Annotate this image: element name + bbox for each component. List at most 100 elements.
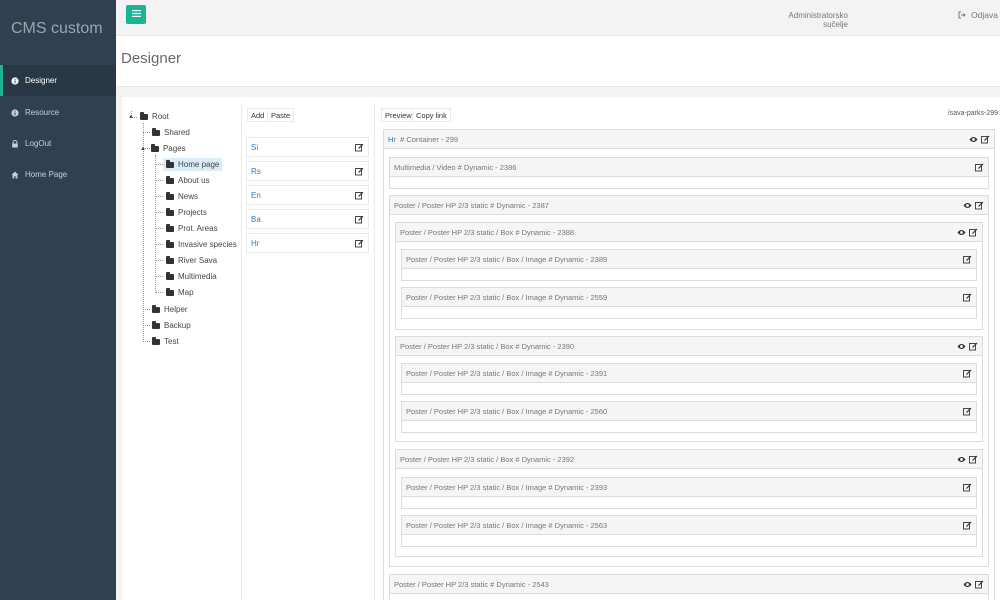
folder-icon: [166, 271, 174, 280]
tree-node-river-sava[interactable]: River Sava: [166, 254, 217, 267]
language-label[interactable]: Ba: [251, 215, 261, 224]
block-title: Poster / Poster HP 2/3 static / Box / Im…: [406, 255, 608, 264]
edit-icon[interactable]: [975, 201, 984, 210]
tree-node-invasive-species[interactable]: Invasive species: [166, 238, 237, 251]
language-label[interactable]: Hr: [251, 239, 259, 248]
edit-icon[interactable]: [355, 143, 364, 152]
sidebar-item-resource[interactable]: Resource: [0, 97, 116, 128]
copy-link-button[interactable]: Copy link: [412, 108, 451, 122]
edit-icon[interactable]: [963, 407, 972, 416]
tree-node-label: Prot. Areas: [178, 224, 218, 233]
edit-icon[interactable]: [355, 215, 364, 224]
tree-node-prot-areas[interactable]: Prot. Areas: [166, 222, 218, 235]
edit-icon[interactable]: [963, 255, 972, 264]
tree-node-label: About us: [178, 176, 210, 185]
eye-icon[interactable]: [963, 201, 972, 210]
language-row-rs[interactable]: Rs: [246, 161, 369, 181]
tree-node-label: Multimedia: [178, 272, 217, 281]
language-row-ba[interactable]: Ba: [246, 209, 369, 229]
edit-icon[interactable]: [969, 228, 978, 237]
eye-icon[interactable]: [969, 135, 978, 144]
logout-link[interactable]: Odjava: [958, 10, 998, 20]
tree-node-label: Map: [178, 288, 194, 297]
tree-node-about-us[interactable]: About us: [166, 174, 210, 187]
dynamic-block: Poster / Poster HP 2/3 static / Box / Im…: [401, 515, 977, 547]
block-title: Poster / Poster HP 2/3 static / Box / Im…: [406, 369, 608, 378]
paste-button[interactable]: Paste: [267, 108, 295, 122]
tree-node-shared[interactable]: Shared: [152, 126, 190, 139]
tree-node-backup[interactable]: Backup: [152, 319, 191, 332]
block-header: Poster / Poster HP 2/3 static / Box # Dy…: [396, 337, 982, 356]
add-button[interactable]: Add: [247, 108, 269, 122]
sign-out-icon: [958, 11, 966, 19]
sidebar-toggle-button[interactable]: [126, 5, 146, 24]
preview-button[interactable]: Preview: [381, 108, 416, 122]
tree-node-label: Pages: [162, 144, 186, 153]
language-row-en[interactable]: En: [246, 185, 369, 205]
edit-icon[interactable]: [975, 580, 984, 589]
dynamic-block: Poster / Poster HP 2/3 static / Box / Im…: [401, 401, 977, 433]
edit-icon[interactable]: [963, 521, 972, 530]
edit-icon[interactable]: [355, 167, 364, 176]
edit-icon[interactable]: [981, 135, 990, 144]
eye-icon[interactable]: [963, 580, 972, 589]
tree-node-label: River Sava: [178, 256, 218, 265]
edit-icon[interactable]: [969, 455, 978, 464]
tree-node-news[interactable]: News: [166, 190, 198, 203]
folder-icon: [166, 207, 174, 216]
collapse-arrow-icon: ▲: [128, 113, 134, 120]
sidebar-item-logout[interactable]: LogOut: [0, 128, 116, 159]
language-row-hr[interactable]: Hr: [246, 233, 369, 253]
block-header: Multimedia / Video # Dynamic - 2386: [390, 158, 988, 177]
tree-node-test[interactable]: Test: [152, 335, 179, 348]
sidebar-item-home-page[interactable]: Home Page: [0, 159, 116, 190]
language-label[interactable]: Rs: [251, 167, 261, 176]
brand-logo: CMS custom: [11, 20, 103, 37]
sidebar-item-label: Home Page: [25, 170, 68, 179]
tree-node-label: Backup: [164, 321, 191, 330]
admin-panel-link[interactable]: Administratorsko sučelje: [768, 11, 848, 29]
home-icon: [11, 171, 19, 179]
edit-icon[interactable]: [963, 293, 972, 302]
edit-icon[interactable]: [963, 483, 972, 492]
edit-icon[interactable]: [355, 239, 364, 248]
language-row-si[interactable]: Si: [246, 137, 369, 157]
eye-icon[interactable]: [957, 228, 966, 237]
tree-node-helper[interactable]: Helper: [152, 303, 188, 316]
block-header: Poster / Poster HP 2/3 static / Box / Im…: [402, 288, 976, 307]
eye-icon[interactable]: [957, 342, 966, 351]
sidebar-item-designer[interactable]: Designer: [0, 65, 116, 96]
tree-node-multimedia[interactable]: Multimedia: [166, 270, 217, 283]
tree-node-label: Helper: [164, 305, 188, 314]
language-label[interactable]: En: [251, 191, 261, 200]
language-label[interactable]: Si: [251, 143, 258, 152]
folder-icon: [152, 320, 160, 329]
dynamic-block: Poster / Poster HP 2/3 static / Box / Im…: [401, 363, 977, 395]
tree-node-map[interactable]: Map: [166, 286, 194, 299]
tree-node-root[interactable]: ▲ Root: [128, 110, 169, 123]
tree-node-projects[interactable]: Projects: [166, 206, 207, 219]
edit-icon[interactable]: [355, 191, 364, 200]
block-title: Hr # Container - 299: [388, 135, 459, 144]
block-header: Poster / Poster HP 2/3 static / Box / Im…: [402, 402, 976, 421]
page-title: Designer: [121, 50, 182, 67]
logout-label: Odjava: [971, 10, 998, 20]
folder-icon: [152, 127, 160, 136]
block-title: Poster / Poster HP 2/3 static / Box # Dy…: [400, 342, 575, 351]
edit-icon[interactable]: [975, 163, 984, 172]
block-title: Poster / Poster HP 2/3 static / Box / Im…: [406, 407, 608, 416]
folder-icon: [166, 191, 174, 200]
dynamic-block: Multimedia / Video # Dynamic - 2386: [389, 157, 989, 189]
eye-icon[interactable]: [957, 455, 966, 464]
block-title: Poster / Poster HP 2/3 static / Box # Dy…: [400, 455, 575, 464]
sidebar-item-label: Resource: [25, 108, 60, 117]
tree-node-pages[interactable]: ▲ Pages: [140, 142, 186, 155]
tree-node-home-page[interactable]: Home page: [163, 158, 223, 171]
hamburger-icon: [131, 10, 141, 19]
block-title: Poster / Poster HP 2/3 static # Dynamic …: [394, 201, 549, 210]
block-title: Poster / Poster HP 2/3 static / Box / Im…: [406, 521, 608, 530]
edit-icon[interactable]: [969, 342, 978, 351]
block-header: Poster / Poster HP 2/3 static / Box / Im…: [402, 478, 976, 497]
info-circle-icon: [11, 76, 19, 85]
edit-icon[interactable]: [963, 369, 972, 378]
